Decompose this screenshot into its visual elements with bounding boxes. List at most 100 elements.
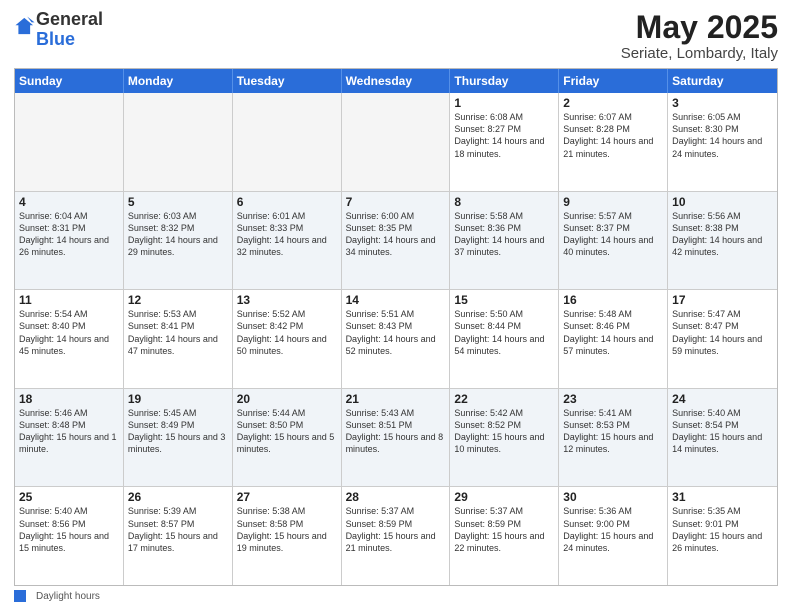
cal-cell: 8Sunrise: 5:58 AM Sunset: 8:36 PM Daylig… — [450, 192, 559, 290]
day-number: 8 — [454, 195, 554, 209]
day-number: 3 — [672, 96, 773, 110]
cal-cell: 24Sunrise: 5:40 AM Sunset: 8:54 PM Dayli… — [668, 389, 777, 487]
day-number: 1 — [454, 96, 554, 110]
day-info: Sunrise: 5:35 AM Sunset: 9:01 PM Dayligh… — [672, 505, 773, 554]
day-info: Sunrise: 6:04 AM Sunset: 8:31 PM Dayligh… — [19, 210, 119, 259]
cal-row: 18Sunrise: 5:46 AM Sunset: 8:48 PM Dayli… — [15, 388, 777, 487]
day-number: 13 — [237, 293, 337, 307]
cal-cell — [124, 93, 233, 191]
day-number: 4 — [19, 195, 119, 209]
day-number: 16 — [563, 293, 663, 307]
day-info: Sunrise: 6:05 AM Sunset: 8:30 PM Dayligh… — [672, 111, 773, 160]
legend-label: Daylight hours — [36, 591, 100, 602]
cal-cell: 29Sunrise: 5:37 AM Sunset: 8:59 PM Dayli… — [450, 487, 559, 585]
day-number: 28 — [346, 490, 446, 504]
day-number: 5 — [128, 195, 228, 209]
day-info: Sunrise: 5:50 AM Sunset: 8:44 PM Dayligh… — [454, 308, 554, 357]
cal-cell: 18Sunrise: 5:46 AM Sunset: 8:48 PM Dayli… — [15, 389, 124, 487]
day-number: 23 — [563, 392, 663, 406]
cal-cell: 10Sunrise: 5:56 AM Sunset: 8:38 PM Dayli… — [668, 192, 777, 290]
day-info: Sunrise: 5:40 AM Sunset: 8:56 PM Dayligh… — [19, 505, 119, 554]
legend-box — [14, 590, 26, 602]
logo-icon — [14, 15, 36, 37]
day-info: Sunrise: 5:40 AM Sunset: 8:54 PM Dayligh… — [672, 407, 773, 456]
day-info: Sunrise: 5:57 AM Sunset: 8:37 PM Dayligh… — [563, 210, 663, 259]
logo: General Blue — [14, 10, 103, 50]
day-info: Sunrise: 6:00 AM Sunset: 8:35 PM Dayligh… — [346, 210, 446, 259]
cal-cell — [15, 93, 124, 191]
day-info: Sunrise: 5:47 AM Sunset: 8:47 PM Dayligh… — [672, 308, 773, 357]
cal-cell: 7Sunrise: 6:00 AM Sunset: 8:35 PM Daylig… — [342, 192, 451, 290]
cal-header-cell: Friday — [559, 69, 668, 93]
page: General Blue May 2025 Seriate, Lombardy,… — [0, 0, 792, 612]
day-info: Sunrise: 5:37 AM Sunset: 8:59 PM Dayligh… — [346, 505, 446, 554]
cal-row: 11Sunrise: 5:54 AM Sunset: 8:40 PM Dayli… — [15, 289, 777, 388]
logo-text: General Blue — [36, 10, 103, 50]
day-info: Sunrise: 6:03 AM Sunset: 8:32 PM Dayligh… — [128, 210, 228, 259]
day-info: Sunrise: 5:45 AM Sunset: 8:49 PM Dayligh… — [128, 407, 228, 456]
day-number: 31 — [672, 490, 773, 504]
logo-blue: Blue — [36, 29, 75, 49]
cal-row: 1Sunrise: 6:08 AM Sunset: 8:27 PM Daylig… — [15, 93, 777, 191]
logo-general: General — [36, 9, 103, 29]
day-info: Sunrise: 5:51 AM Sunset: 8:43 PM Dayligh… — [346, 308, 446, 357]
day-number: 19 — [128, 392, 228, 406]
day-number: 12 — [128, 293, 228, 307]
day-info: Sunrise: 6:08 AM Sunset: 8:27 PM Dayligh… — [454, 111, 554, 160]
day-info: Sunrise: 5:38 AM Sunset: 8:58 PM Dayligh… — [237, 505, 337, 554]
footer: Daylight hours — [14, 590, 778, 602]
day-number: 26 — [128, 490, 228, 504]
cal-cell: 9Sunrise: 5:57 AM Sunset: 8:37 PM Daylig… — [559, 192, 668, 290]
cal-header-cell: Wednesday — [342, 69, 451, 93]
cal-cell: 6Sunrise: 6:01 AM Sunset: 8:33 PM Daylig… — [233, 192, 342, 290]
calendar-body: 1Sunrise: 6:08 AM Sunset: 8:27 PM Daylig… — [15, 93, 777, 585]
cal-cell: 27Sunrise: 5:38 AM Sunset: 8:58 PM Dayli… — [233, 487, 342, 585]
cal-cell: 19Sunrise: 5:45 AM Sunset: 8:49 PM Dayli… — [124, 389, 233, 487]
cal-cell: 2Sunrise: 6:07 AM Sunset: 8:28 PM Daylig… — [559, 93, 668, 191]
cal-cell — [342, 93, 451, 191]
day-number: 10 — [672, 195, 773, 209]
day-number: 11 — [19, 293, 119, 307]
cal-cell: 11Sunrise: 5:54 AM Sunset: 8:40 PM Dayli… — [15, 290, 124, 388]
day-number: 15 — [454, 293, 554, 307]
day-info: Sunrise: 6:01 AM Sunset: 8:33 PM Dayligh… — [237, 210, 337, 259]
header: General Blue May 2025 Seriate, Lombardy,… — [14, 10, 778, 62]
cal-row: 25Sunrise: 5:40 AM Sunset: 8:56 PM Dayli… — [15, 486, 777, 585]
cal-header-cell: Saturday — [668, 69, 777, 93]
title-location: Seriate, Lombardy, Italy — [621, 45, 778, 62]
day-info: Sunrise: 5:37 AM Sunset: 8:59 PM Dayligh… — [454, 505, 554, 554]
calendar: SundayMondayTuesdayWednesdayThursdayFrid… — [14, 68, 778, 586]
calendar-header-row: SundayMondayTuesdayWednesdayThursdayFrid… — [15, 69, 777, 93]
day-number: 7 — [346, 195, 446, 209]
cal-cell: 26Sunrise: 5:39 AM Sunset: 8:57 PM Dayli… — [124, 487, 233, 585]
day-info: Sunrise: 5:46 AM Sunset: 8:48 PM Dayligh… — [19, 407, 119, 456]
title-month: May 2025 — [621, 10, 778, 45]
day-number: 17 — [672, 293, 773, 307]
cal-cell: 3Sunrise: 6:05 AM Sunset: 8:30 PM Daylig… — [668, 93, 777, 191]
day-number: 18 — [19, 392, 119, 406]
cal-header-cell: Sunday — [15, 69, 124, 93]
day-info: Sunrise: 5:44 AM Sunset: 8:50 PM Dayligh… — [237, 407, 337, 456]
day-info: Sunrise: 5:52 AM Sunset: 8:42 PM Dayligh… — [237, 308, 337, 357]
cal-cell: 15Sunrise: 5:50 AM Sunset: 8:44 PM Dayli… — [450, 290, 559, 388]
day-number: 24 — [672, 392, 773, 406]
cal-header-cell: Thursday — [450, 69, 559, 93]
cal-row: 4Sunrise: 6:04 AM Sunset: 8:31 PM Daylig… — [15, 191, 777, 290]
day-number: 2 — [563, 96, 663, 110]
day-number: 21 — [346, 392, 446, 406]
day-info: Sunrise: 6:07 AM Sunset: 8:28 PM Dayligh… — [563, 111, 663, 160]
cal-cell: 21Sunrise: 5:43 AM Sunset: 8:51 PM Dayli… — [342, 389, 451, 487]
day-number: 9 — [563, 195, 663, 209]
day-number: 27 — [237, 490, 337, 504]
cal-cell: 12Sunrise: 5:53 AM Sunset: 8:41 PM Dayli… — [124, 290, 233, 388]
day-number: 14 — [346, 293, 446, 307]
cal-cell: 17Sunrise: 5:47 AM Sunset: 8:47 PM Dayli… — [668, 290, 777, 388]
day-info: Sunrise: 5:48 AM Sunset: 8:46 PM Dayligh… — [563, 308, 663, 357]
day-number: 29 — [454, 490, 554, 504]
day-info: Sunrise: 5:43 AM Sunset: 8:51 PM Dayligh… — [346, 407, 446, 456]
cal-cell — [233, 93, 342, 191]
day-info: Sunrise: 5:54 AM Sunset: 8:40 PM Dayligh… — [19, 308, 119, 357]
day-info: Sunrise: 5:58 AM Sunset: 8:36 PM Dayligh… — [454, 210, 554, 259]
day-info: Sunrise: 5:53 AM Sunset: 8:41 PM Dayligh… — [128, 308, 228, 357]
day-info: Sunrise: 5:42 AM Sunset: 8:52 PM Dayligh… — [454, 407, 554, 456]
